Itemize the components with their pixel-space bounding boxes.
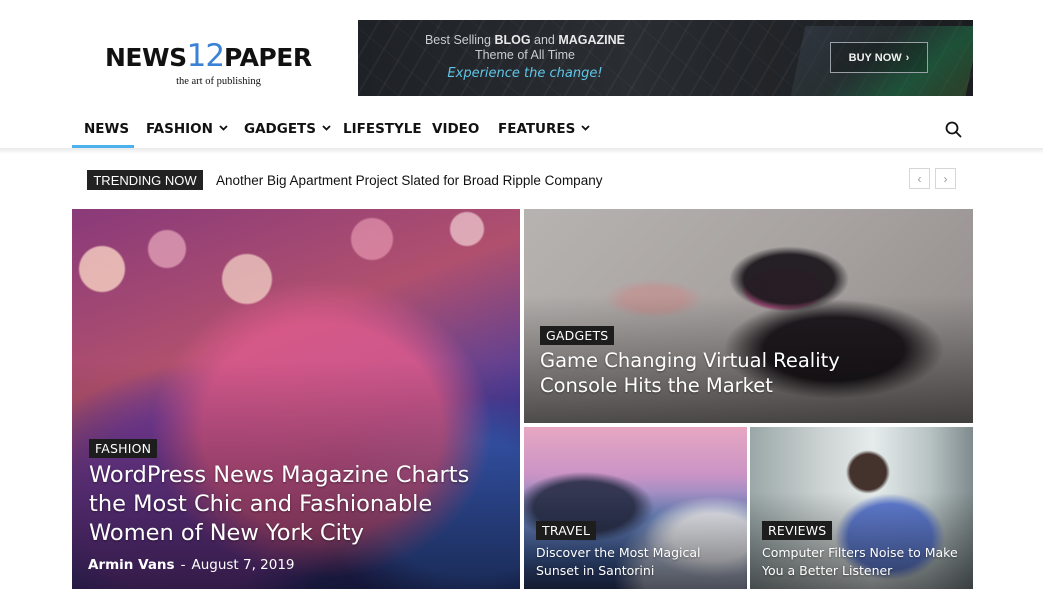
category-badge-gadgets[interactable]: GADGETS [540, 326, 615, 345]
chevron-down-icon [219, 125, 228, 131]
chevron-right-icon: › [905, 51, 910, 64]
category-badge-travel[interactable]: TRAVEL [536, 521, 597, 540]
title-line: WordPress News Magazine Charts [89, 462, 470, 488]
featured-article-card[interactable]: FASHION WordPress News Magazine Charts t… [72, 209, 520, 589]
logo-text-paper: PAPER [224, 43, 312, 72]
nav-divider [0, 148, 1043, 154]
chevron-left-icon: ‹ [917, 171, 922, 186]
nav-item-lifestyle[interactable]: LIFESTYLE [343, 110, 422, 148]
title-line: Computer Filters Noise to Make [762, 545, 958, 560]
nav-item-label: LIFESTYLE [343, 121, 422, 137]
nav-item-label: FASHION [146, 121, 213, 137]
site-logo[interactable]: NEWS12PAPER the art of publishing [105, 38, 312, 92]
nav-item-label: FEATURES [498, 121, 576, 137]
title-line: Console Hits the Market [540, 374, 773, 397]
nav-item-label: NEWS [84, 121, 130, 137]
nav-item-news[interactable]: NEWS [84, 110, 129, 148]
trending-now-label: TRENDING NOW [87, 170, 203, 190]
nav-item-fashion[interactable]: FASHION [146, 110, 228, 148]
article-card-reviews[interactable]: REVIEWS Computer Filters Noise to Make Y… [750, 427, 973, 589]
buy-now-label: BUY NOW [848, 51, 902, 64]
article-meta: Armin Vans - August 7, 2019 [88, 557, 295, 573]
featured-article-title[interactable]: WordPress News Magazine Charts the Most … [89, 461, 509, 548]
title-line: the Most Chic and Fashionable [89, 491, 433, 517]
chevron-right-icon: › [943, 171, 948, 186]
buy-now-button[interactable]: BUY NOW › [830, 42, 928, 73]
nav-item-video[interactable]: VIDEO [432, 110, 479, 148]
logo-text-number: 12 [186, 38, 225, 74]
article-card-vr[interactable]: GADGETS Game Changing Virtual Reality Co… [524, 209, 973, 423]
trending-prev-button[interactable]: ‹ [909, 168, 930, 189]
article-card-travel[interactable]: TRAVEL Discover the Most Magical Sunset … [524, 427, 747, 589]
ad-banner[interactable]: Best Selling BLOG and MAGAZINE Theme of … [358, 20, 973, 96]
search-button[interactable] [942, 118, 964, 140]
trending-next-button[interactable]: › [935, 168, 956, 189]
article-title-travel[interactable]: Discover the Most Magical Sunset in Sant… [536, 544, 741, 580]
title-line: Discover the Most Magical [536, 545, 701, 560]
main-nav: NEWS FASHION GADGETS LIFESTYLE VIDEO FEA… [0, 110, 1043, 148]
logo-tagline: the art of publishing [176, 76, 261, 87]
nav-item-features[interactable]: FEATURES [498, 110, 590, 148]
banner-headline: Best Selling BLOG and MAGAZINE [424, 33, 626, 47]
nav-item-label: GADGETS [244, 121, 316, 137]
banner-tagline: Experience the change! [447, 66, 603, 81]
category-badge-reviews[interactable]: REVIEWS [762, 521, 833, 540]
logo-text-news: NEWS [105, 43, 187, 72]
search-icon [945, 121, 961, 137]
meta-separator: - [180, 557, 186, 573]
trending-headline-link[interactable]: Another Big Apartment Project Slated for… [216, 170, 602, 190]
title-line: You a Better Listener [762, 563, 893, 578]
article-title-vr[interactable]: Game Changing Virtual Reality Console Hi… [540, 348, 960, 398]
site-header: NEWS12PAPER the art of publishing Best S… [0, 0, 1043, 110]
author-name[interactable]: Armin Vans [88, 557, 175, 573]
chevron-down-icon [322, 125, 331, 131]
nav-item-gadgets[interactable]: GADGETS [244, 110, 331, 148]
chevron-down-icon [581, 125, 590, 131]
title-line: Game Changing Virtual Reality [540, 349, 840, 372]
nav-item-label: VIDEO [432, 121, 480, 137]
article-date: August 7, 2019 [191, 557, 295, 573]
title-line: Sunset in Santorini [536, 563, 655, 578]
banner-subheadline: Theme of All Time [474, 48, 576, 62]
category-badge-fashion[interactable]: FASHION [89, 439, 158, 458]
article-title-reviews[interactable]: Computer Filters Noise to Make You a Bet… [762, 544, 970, 580]
title-line: Women of New York City [89, 520, 364, 546]
